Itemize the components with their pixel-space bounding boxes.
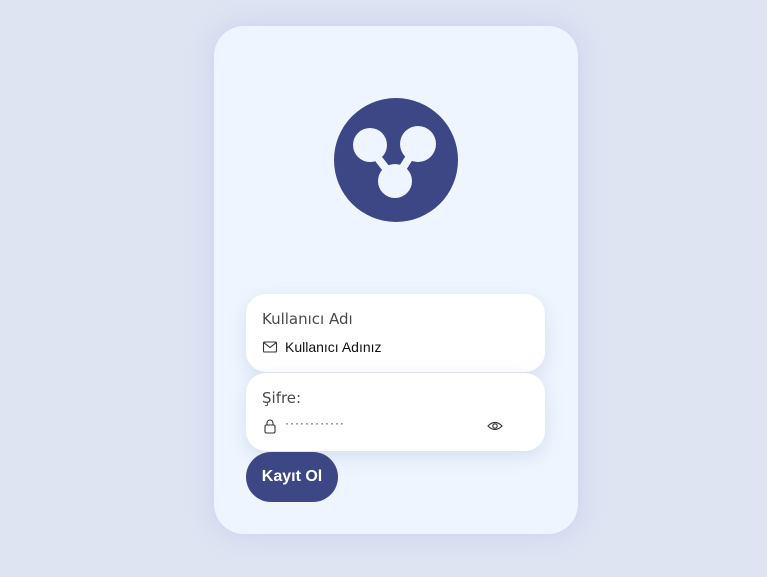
mail-icon: [262, 341, 278, 353]
password-input-row[interactable]: ············: [262, 416, 529, 435]
username-field: Kullanıcı Adı Kullanıcı Adınız: [246, 294, 545, 372]
logo: [334, 98, 458, 222]
lock-icon: [264, 419, 276, 434]
eye-icon[interactable]: [487, 420, 503, 432]
network-nodes-icon: [353, 126, 436, 198]
username-label: Kullanıcı Adı: [262, 310, 353, 328]
register-button[interactable]: Kayıt Ol: [246, 452, 338, 502]
password-input[interactable]: ············: [285, 416, 345, 430]
password-label: Şifre:: [262, 389, 302, 407]
username-input-row[interactable]: Kullanıcı Adınız: [262, 338, 529, 356]
password-field: Şifre: ············: [246, 373, 545, 451]
signup-card: Kullanıcı Adı Kullanıcı Adınız Şifre: ··…: [214, 26, 578, 534]
username-input[interactable]: Kullanıcı Adınız: [285, 339, 382, 355]
